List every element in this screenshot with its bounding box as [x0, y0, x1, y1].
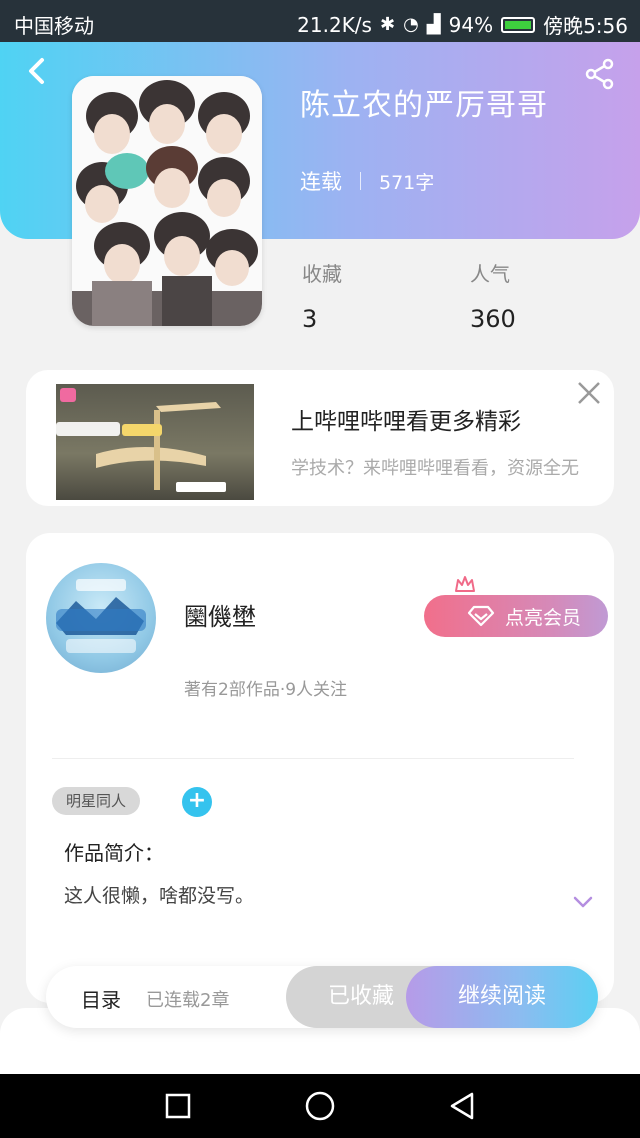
network-speed: 21.2K/s — [297, 12, 372, 37]
author-name[interactable]: 圞僟壄 — [184, 597, 256, 632]
author-stats: 著有2部作品·9人关注 — [184, 680, 348, 700]
book-cover[interactable] — [72, 76, 262, 326]
serial-status: 连载 — [300, 170, 342, 194]
back-arrow-icon[interactable] — [24, 56, 50, 86]
home-icon[interactable] — [304, 1090, 336, 1122]
favorites-stat: 收藏 3 — [302, 258, 342, 333]
vip-button[interactable]: 点亮会员 — [424, 595, 608, 637]
clock: 傍晚5:56 — [543, 14, 628, 38]
toc-button[interactable]: 目录 — [81, 984, 121, 1013]
favorites-value: 3 — [302, 305, 318, 333]
battery-percent: 94% — [448, 12, 494, 37]
bluetooth-icon: ✱ — [379, 14, 396, 35]
close-icon[interactable] — [576, 380, 602, 406]
intro-label: 作品简介： — [64, 841, 164, 865]
word-count: 571字 — [379, 171, 435, 194]
carrier-label: 中国移动 — [14, 14, 94, 38]
ad-banner[interactable]: 上哔哩哔哩看更多精彩 学技术？来哔哩哔哩看看，资源全无 — [26, 370, 614, 506]
signal-icon: ▟ — [426, 14, 441, 35]
book-title: 陈立农的严厉哥哥 — [300, 88, 548, 123]
ad-title: 上哔哩哔哩看更多精彩 — [291, 409, 521, 435]
popularity-label: 人气 — [470, 262, 510, 286]
action-bar: 目录 已连载2章 已收藏 继续阅读 — [46, 966, 598, 1028]
popularity-value: 360 — [470, 305, 516, 333]
intro-text: 这人很懒，啥都没写。 — [64, 885, 255, 907]
favorites-label: 收藏 — [302, 262, 342, 286]
battery-icon — [501, 16, 536, 33]
section-divider — [52, 758, 574, 759]
author-card: 圞僟壄 著有2部作品·9人关注 点亮会员 明星同人 + 作品简介： 这人很懒，啥… — [26, 533, 614, 1003]
ad-description: 学技术？来哔哩哔哩看看，资源全无 — [291, 458, 579, 479]
popularity-stat: 人气 360 — [470, 258, 516, 333]
genre-tag[interactable]: 明星同人 — [52, 787, 141, 815]
continue-reading-button[interactable]: 继续阅读 — [406, 966, 598, 1028]
add-tag-button[interactable]: + — [182, 787, 212, 817]
book-meta: 连载 571字 — [300, 166, 434, 196]
author-avatar[interactable] — [46, 563, 156, 673]
chevron-down-icon[interactable] — [572, 895, 594, 909]
wifi-icon: ◔ — [403, 14, 419, 35]
crown-icon — [455, 576, 475, 592]
avatar-image — [56, 579, 146, 653]
diamond-icon — [467, 605, 495, 627]
vip-label: 点亮会员 — [504, 606, 581, 629]
recent-apps-icon[interactable] — [164, 1092, 192, 1120]
back-triangle-icon[interactable] — [446, 1090, 478, 1122]
chapter-count: 已连载2章 — [146, 990, 230, 1011]
ad-thumbnail — [56, 384, 254, 500]
status-bar: 中国移动 21.2K/s ✱ ◔ ▟ 94% 傍晚5:56 — [0, 0, 640, 42]
cover-illustration — [72, 76, 262, 326]
share-icon[interactable] — [584, 58, 616, 90]
ad-thumbnail-image — [56, 388, 226, 492]
meta-divider — [360, 172, 361, 190]
system-nav-bar — [0, 1074, 640, 1138]
